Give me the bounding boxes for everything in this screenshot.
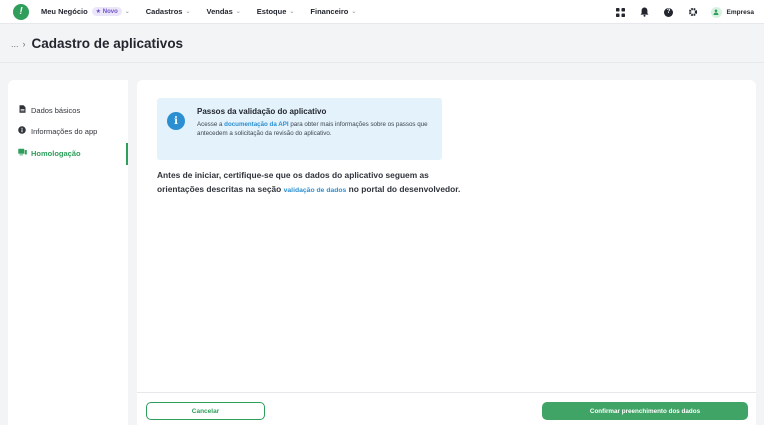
document-icon xyxy=(18,105,26,115)
sidebar-item-homologacao[interactable]: Homologação xyxy=(18,148,81,158)
info-box-text: Acesse a documentação da API para obter … xyxy=(197,120,432,138)
nav-meu-negocio[interactable]: Meu Negócio ★ Novo ⌄ xyxy=(41,7,130,16)
info-box: i Passos da validação do aplicativo Aces… xyxy=(157,98,442,160)
top-navigation-bar: ! Meu Negócio ★ Novo ⌄ Cadastros ⌄ Venda… xyxy=(0,0,764,24)
page-header: ... › Cadastro de aplicativos xyxy=(0,25,764,63)
main-content: i Passos da validação do aplicativo Aces… xyxy=(137,80,756,425)
api-documentation-link[interactable]: documentação da API xyxy=(224,121,288,128)
intro-text-after: no portal do desenvolvedor. xyxy=(346,183,461,194)
bell-icon[interactable] xyxy=(639,6,651,18)
nav-cadastros-label: Cadastros xyxy=(145,7,183,16)
chevron-down-icon: ⌄ xyxy=(235,9,241,15)
apps-grid-icon[interactable] xyxy=(615,6,627,18)
nav-financeiro[interactable]: Financeiro ⌄ xyxy=(310,7,356,16)
nav-estoque-label: Estoque xyxy=(256,7,287,16)
side-menu: Dados básicos Informações do app Homolog… xyxy=(8,80,128,425)
info-box-title: Passos da validação do aplicativo xyxy=(197,107,327,116)
sidebar-item-label: Informações do app xyxy=(31,126,98,136)
intro-paragraph: Antes de iniciar, certifique-se que os d… xyxy=(157,169,467,197)
nav-vendas-label: Vendas xyxy=(206,7,233,16)
breadcrumb-ellipsis[interactable]: ... xyxy=(11,39,19,49)
info-text-before: Acesse a xyxy=(197,121,225,128)
form-footer: Cancelar Confirmar preenchimento dos dad… xyxy=(137,392,756,425)
user-name: Empresa xyxy=(726,8,754,16)
help-icon[interactable]: ? xyxy=(663,6,675,18)
question-mark-glyph: ? xyxy=(664,7,674,17)
user-menu[interactable]: Empresa xyxy=(710,6,754,18)
topbar-actions: ? Empresa xyxy=(603,0,754,24)
user-icon xyxy=(710,6,722,18)
sidebar-item-dados-basicos[interactable]: Dados básicos xyxy=(18,105,80,115)
nav-meu-negocio-label: Meu Negócio xyxy=(41,7,88,16)
breadcrumb-separator: › xyxy=(22,38,26,49)
nav-cadastros[interactable]: Cadastros ⌄ xyxy=(146,7,191,16)
confirm-data-button[interactable]: Confirmar preenchimento dos dados xyxy=(542,402,748,420)
info-icon: i xyxy=(167,112,185,130)
sidebar-item-label: Homologação xyxy=(31,148,81,158)
page-title: Cadastro de aplicativos xyxy=(31,36,184,51)
star-icon: ★ xyxy=(95,9,102,15)
sidebar-item-informacoes-do-app[interactable]: Informações do app xyxy=(18,126,97,136)
data-validation-link[interactable]: validação de dados xyxy=(284,187,347,194)
chevron-down-icon: ⌄ xyxy=(124,9,130,15)
gear-icon[interactable] xyxy=(687,6,699,18)
active-indicator xyxy=(126,143,128,165)
exclamation-logo-icon[interactable]: ! xyxy=(13,3,29,20)
nav-financeiro-label: Financeiro xyxy=(310,7,349,16)
novo-badge: ★ Novo xyxy=(91,7,122,16)
cancel-button[interactable]: Cancelar xyxy=(146,402,265,420)
sidebar-item-label: Dados básicos xyxy=(31,105,81,115)
nav-estoque[interactable]: Estoque ⌄ xyxy=(257,7,295,16)
nav-vendas[interactable]: Vendas ⌄ xyxy=(206,7,240,16)
device-icon xyxy=(18,148,27,158)
chevron-down-icon: ⌄ xyxy=(185,9,191,15)
info-icon xyxy=(18,126,26,136)
chevron-down-icon: ⌄ xyxy=(289,9,295,15)
chevron-down-icon: ⌄ xyxy=(351,9,357,15)
novo-badge-label: Novo xyxy=(102,8,118,15)
